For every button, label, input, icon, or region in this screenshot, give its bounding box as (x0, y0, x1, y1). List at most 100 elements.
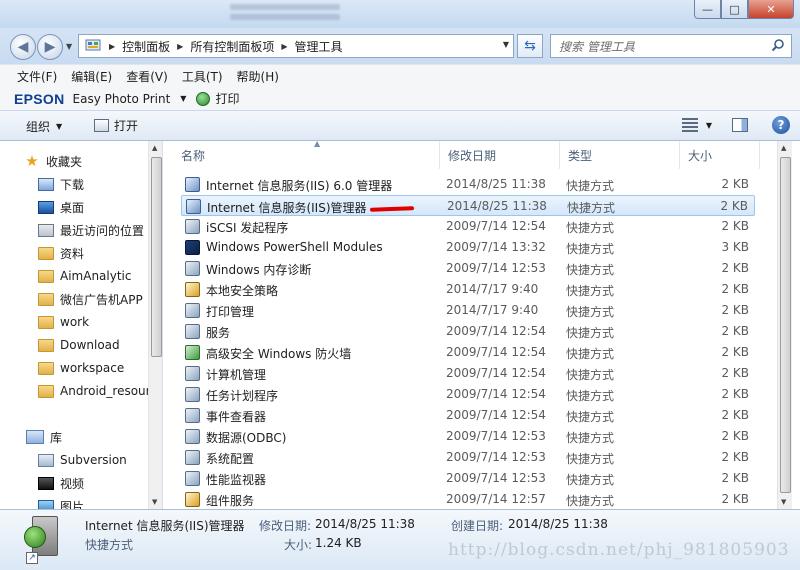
file-row[interactable]: 系统配置 2009/7/14 12:53 快捷方式 2 KB (181, 447, 755, 468)
nav-libraries[interactable]: 库 (26, 426, 162, 448)
breadcrumb-all-items[interactable]: 所有控制面板项 (190, 38, 274, 55)
column-header-size[interactable]: 大小 (680, 141, 760, 169)
scroll-up-icon[interactable]: ▲ (781, 144, 786, 152)
details-view-icon[interactable] (681, 118, 698, 132)
nav-item-label: 下载 (60, 177, 85, 192)
nav-item-folder[interactable]: AimAnalytic (38, 265, 162, 287)
help-icon[interactable]: ? (772, 116, 790, 134)
easy-photo-print-button[interactable]: Easy Photo Print (73, 92, 171, 106)
file-row[interactable]: 组件服务 2009/7/14 12:57 快捷方式 2 KB (181, 489, 755, 509)
refresh-button[interactable]: ⇆ (517, 34, 543, 58)
nav-item-folder[interactable]: 资料 (38, 242, 162, 264)
organize-button[interactable]: 组织 ▼ (26, 118, 62, 135)
scroll-down-icon[interactable]: ▼ (152, 498, 157, 506)
file-name: iSCSI 发起程序 (206, 221, 289, 235)
nav-item-folder[interactable]: Download (38, 334, 162, 356)
details-size-label: 大小: (284, 538, 313, 552)
view-options-dropdown[interactable]: ▼ (706, 121, 712, 130)
nav-item-folder[interactable]: 微信广告机APP (38, 288, 162, 310)
file-row[interactable]: Windows 内存诊断 2009/7/14 12:53 快捷方式 2 KB (181, 258, 755, 279)
nav-item-label: 视频 (60, 476, 85, 491)
file-row[interactable]: 打印管理 2014/7/17 9:40 快捷方式 2 KB (181, 300, 755, 321)
file-type: 快捷方式 (566, 494, 615, 508)
menu-help[interactable]: 帮助(H) (237, 68, 279, 85)
nav-item-folder[interactable]: work (38, 311, 162, 333)
file-row[interactable]: 高级安全 Windows 防火墙 2009/7/14 12:54 快捷方式 2 KB (181, 342, 755, 363)
back-button[interactable]: ◀ (10, 34, 36, 60)
search-input[interactable]: 搜索 管理工具 (550, 34, 792, 58)
nav-item-label: 桌面 (60, 200, 85, 215)
print-button[interactable]: 打印 (196, 90, 239, 107)
file-modified-date: 2009/7/14 12:54 (446, 387, 546, 401)
chevron-down-icon[interactable]: ▼ (180, 94, 186, 103)
nav-item-folder[interactable]: Android_resour (38, 380, 148, 402)
file-row[interactable]: Internet 信息服务(IIS) 6.0 管理器 2014/8/25 11:3… (181, 174, 755, 195)
preview-pane-icon[interactable] (732, 118, 748, 132)
breadcrumb-admin-tools[interactable]: 管理工具 (295, 38, 343, 55)
breadcrumb-separator-icon[interactable]: ▶ (177, 42, 183, 51)
details-modified-value: 2014/8/25 11:38 (315, 517, 415, 531)
nav-item-subversion[interactable]: Subversion (38, 449, 162, 471)
menu-tools[interactable]: 工具(T) (182, 68, 223, 85)
file-row[interactable]: 性能监视器 2009/7/14 12:53 快捷方式 2 KB (181, 468, 755, 489)
address-history-dropdown[interactable]: ▼ (503, 40, 509, 49)
nav-item-videos[interactable]: 视频 (38, 472, 162, 494)
nav-item-downloads[interactable]: 下载 (38, 173, 162, 195)
forward-arrow-icon: ▶ (44, 39, 56, 55)
column-header-date[interactable]: 修改日期 (440, 141, 560, 169)
security-policy-icon (185, 282, 200, 297)
recent-pages-dropdown[interactable]: ▼ (66, 42, 72, 51)
column-size-label: 大小 (688, 148, 713, 163)
minimize-button[interactable]: — (694, 0, 721, 19)
nav-item-pictures[interactable]: 图片 (38, 495, 162, 509)
menu-view[interactable]: 查看(V) (126, 68, 168, 85)
nav-item-label: Download (60, 338, 120, 352)
close-button[interactable]: ✕ (748, 0, 794, 19)
file-row[interactable]: Windows PowerShell Modules 2009/7/14 13:3… (181, 237, 755, 258)
column-header-name[interactable]: 名称 ▲ (173, 141, 440, 169)
file-row[interactable]: 本地安全策略 2014/7/17 9:40 快捷方式 2 KB (181, 279, 755, 300)
scroll-down-icon[interactable]: ▼ (781, 498, 786, 506)
breadcrumb-control-panel[interactable]: 控制面板 (122, 38, 170, 55)
nav-item-folder[interactable]: workspace (38, 357, 162, 379)
column-header-type[interactable]: 类型 (560, 141, 680, 169)
open-button[interactable]: 打开 (94, 117, 138, 134)
maximize-button[interactable]: □ (721, 0, 748, 19)
nav-scrollbar[interactable]: ▲ ▼ (148, 141, 162, 509)
nav-item-desktop[interactable]: 桌面 (38, 196, 162, 218)
file-modified-date: 2009/7/14 12:54 (446, 324, 546, 338)
address-bar[interactable]: ▶ 控制面板 ▶ 所有控制面板项 ▶ 管理工具 ▼ (78, 34, 514, 58)
forward-button[interactable]: ▶ (37, 34, 63, 60)
file-row[interactable]: 计算机管理 2009/7/14 12:54 快捷方式 2 KB (181, 363, 755, 384)
picture-library-icon (38, 499, 54, 509)
details-created-value: 2014/8/25 11:38 (508, 517, 608, 531)
file-row[interactable]: 任务计划程序 2009/7/14 12:54 快捷方式 2 KB (181, 384, 755, 405)
file-name: 任务计划程序 (206, 389, 279, 403)
window-controls: — □ ✕ (694, 0, 794, 19)
file-row[interactable]: Internet 信息服务(IIS)管理器 2014/8/25 11:38 快捷方式… (181, 195, 755, 216)
print-icon (196, 91, 211, 106)
breadcrumb-separator-icon[interactable]: ▶ (281, 42, 287, 51)
scroll-up-icon[interactable]: ▲ (152, 144, 157, 152)
nav-scroll-thumb[interactable] (151, 157, 162, 357)
breadcrumb-separator-icon[interactable]: ▶ (109, 42, 115, 51)
file-list-scrollbar[interactable]: ▲ ▼ (777, 141, 792, 509)
nav-favorites[interactable]: ★ 收藏夹 (24, 150, 162, 172)
nav-item-recent-places[interactable]: 最近访问的位置 (38, 219, 162, 241)
file-scroll-thumb[interactable] (780, 157, 791, 493)
iis-manager-large-icon: ↗ (24, 516, 70, 564)
search-icon[interactable] (771, 38, 785, 55)
column-date-label: 修改日期 (448, 148, 497, 163)
file-type: 快捷方式 (566, 389, 615, 403)
open-icon (94, 119, 109, 132)
navigation-pane: ★ 收藏夹 下载 桌面 最近访问的位置 资料 AimAnalytic 微信广告机… (0, 141, 163, 509)
file-type: 快捷方式 (566, 284, 615, 298)
file-row[interactable]: iSCSI 发起程序 2009/7/14 12:54 快捷方式 2 KB (181, 216, 755, 237)
menu-edit[interactable]: 编辑(E) (71, 68, 112, 85)
menu-file[interactable]: 文件(F) (17, 68, 57, 85)
file-row[interactable]: 服务 2009/7/14 12:54 快捷方式 2 KB (181, 321, 755, 342)
file-row[interactable]: 事件查看器 2009/7/14 12:54 快捷方式 2 KB (181, 405, 755, 426)
file-row[interactable]: 数据源(ODBC) 2009/7/14 12:53 快捷方式 2 KB (181, 426, 755, 447)
view-controls: ▼ ? (681, 116, 790, 134)
nav-item-label: 最近访问的位置 (60, 223, 145, 238)
